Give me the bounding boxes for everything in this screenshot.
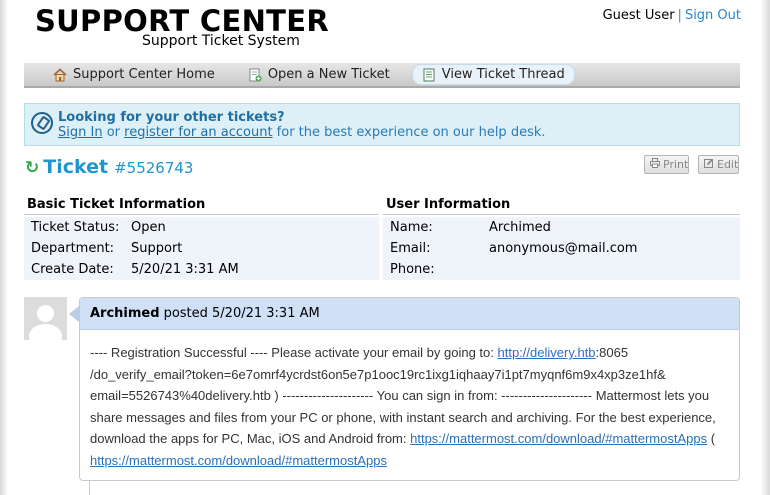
compass-icon (31, 112, 53, 134)
user-bar: Guest User | Sign Out (603, 8, 741, 23)
mattermost-download-link-2[interactable]: https://mattermost.com/download/#matterm… (90, 453, 387, 468)
thread-continuation-line (89, 481, 90, 495)
mattermost-download-link[interactable]: https://mattermost.com/download/#matterm… (410, 431, 707, 446)
thread-message: Archimed posted 5/20/21 3:31 AM ---- Reg… (79, 297, 740, 481)
info-value: anonymous@mail.com (489, 241, 638, 256)
info-row-status: Ticket Status: Open (24, 217, 379, 238)
banner-title: Looking for your other tickets? (58, 110, 285, 125)
info-key: Name: (390, 220, 433, 235)
site-logo[interactable]: SUPPORT CENTER Support Ticket System (35, 4, 329, 49)
register-link[interactable]: register for an account (124, 125, 272, 140)
user-information: User Information Name: Archimed Email: a… (383, 195, 740, 280)
post-pointer (69, 306, 79, 322)
userbar-separator: | (677, 8, 682, 23)
home-icon (53, 67, 67, 82)
info-key: Department: (31, 241, 115, 256)
ticket-heading: ↻ Ticket #5526743 (25, 156, 193, 178)
user-info-heading: User Information (383, 195, 740, 215)
info-key: Create Date: (31, 262, 114, 277)
sign-out-link[interactable]: Sign Out (685, 8, 741, 23)
body-text: ---- Registration Successful ---- Please… (90, 345, 498, 360)
basic-ticket-information: Basic Ticket Information Ticket Status: … (24, 195, 379, 280)
edit-icon (704, 158, 714, 171)
message-posted-date: posted 5/20/21 3:31 AM (163, 306, 320, 321)
info-value: 5/20/21 3:31 AM (131, 262, 239, 277)
avatar-body (29, 324, 62, 340)
edit-button[interactable]: Edit (698, 155, 739, 174)
other-tickets-banner: Looking for your other tickets? Sign In … (24, 103, 740, 146)
page-shadow-right (760, 0, 770, 495)
info-row-create-date: Create Date: 5/20/21 3:31 AM (24, 259, 379, 280)
info-key: Email: (390, 241, 431, 256)
new-ticket-icon (248, 68, 262, 82)
banner-text: Sign In or register for an account for t… (58, 125, 546, 140)
info-value: Open (131, 220, 166, 235)
message-header: Archimed posted 5/20/21 3:31 AM (80, 298, 739, 330)
print-label: Print (663, 158, 689, 171)
info-row-name: Name: Archimed (383, 217, 740, 238)
ticket-title: Ticket (43, 156, 109, 178)
message-author: Archimed (90, 306, 160, 321)
nav-view-ticket-thread[interactable]: View Ticket Thread (411, 64, 575, 85)
basic-info-table: Ticket Status: Open Department: Support … (24, 217, 379, 280)
avatar (24, 297, 67, 340)
info-value: Archimed (489, 220, 551, 235)
basic-info-heading: Basic Ticket Information (24, 195, 379, 215)
avatar-head (37, 305, 54, 322)
body-text: /do_verify_email?token=6e7omrf4ycrdst6on… (90, 366, 666, 382)
sign-in-link[interactable]: Sign In (58, 125, 103, 140)
info-value: Support (131, 241, 183, 256)
user-info-table: Name: Archimed Email: anonymous@mail.com… (383, 217, 740, 280)
print-button[interactable]: Print (644, 155, 689, 174)
logo-subtitle: Support Ticket System (142, 33, 300, 49)
banner-tail-text: for the best experience on our help desk… (272, 125, 546, 140)
print-icon (650, 158, 660, 171)
nav-label: Support Center Home (73, 67, 215, 82)
nav-label: View Ticket Thread (441, 67, 565, 82)
info-row-email: Email: anonymous@mail.com (383, 238, 740, 259)
nav-open-new-ticket[interactable]: Open a New Ticket (244, 65, 394, 84)
body-text: :8065 (595, 345, 629, 360)
info-row-phone: Phone: (383, 259, 740, 280)
ticket-number: #5526743 (114, 159, 194, 177)
info-key: Phone: (390, 262, 435, 277)
nav-label: Open a New Ticket (267, 67, 390, 82)
banner-or-text: or (102, 125, 125, 140)
body-text: ( (707, 431, 716, 446)
guest-user-label: Guest User (602, 8, 675, 23)
document-icon (422, 68, 436, 82)
page-shadow-left (0, 0, 8, 495)
refresh-icon[interactable]: ↻ (25, 158, 39, 178)
info-key: Ticket Status: (31, 220, 120, 235)
message-body: ---- Registration Successful ---- Please… (80, 330, 739, 471)
info-row-department: Department: Support (24, 238, 379, 259)
nav-support-center-home[interactable]: Support Center Home (49, 65, 219, 84)
main-nav: Support Center Home Open a New Ticket Vi… (24, 63, 740, 88)
delivery-link[interactable]: http://delivery.htb (498, 345, 596, 360)
edit-label: Edit (717, 158, 739, 171)
